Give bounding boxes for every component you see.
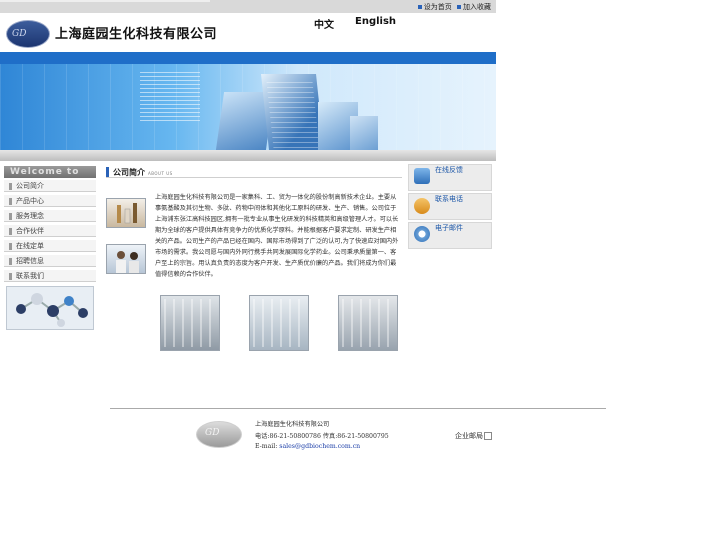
lab-photo-detail [164,299,216,347]
top-bar-highlight [0,0,210,2]
logo-text: GD [12,29,27,39]
footer-email-row: E-mail: sales@gdbiochem.com.cn [255,443,360,450]
section-subtitle: ABOUT US [148,171,173,176]
sidebar-item-service[interactable]: 服务理念 [4,210,96,222]
feedback-link[interactable]: 在线反馈 [435,165,463,175]
sidebar-item-jobs[interactable]: 招聘信息 [4,255,96,267]
flask-icon [117,203,137,224]
sidebar-item-label: 服务理念 [16,212,44,220]
bullet-icon [9,197,12,205]
lang-chinese-link[interactable]: 中文 [314,16,334,31]
banner-bottom-bar [0,150,496,161]
hero-banner [0,52,496,150]
bullet-icon [9,227,12,235]
sidebar-item-order[interactable]: 在线定单 [4,240,96,252]
banner-band [0,52,496,64]
banner-decor-text [140,72,200,122]
sidebar-item-products[interactable]: 产品中心 [4,195,96,207]
scientists-photo [106,244,146,274]
sidebar-welcome: Welcome to [4,166,96,178]
people-icon [116,251,139,273]
footer-email-label: E-mail: [255,443,278,450]
sidebar-item-partners[interactable]: 合作伙伴 [4,225,96,237]
company-name: 上海庭园生化科技有限公司 [55,27,218,42]
sidebar-item-label: 联系我们 [16,272,44,280]
molecule-image [6,286,94,330]
bullet-icon [9,242,12,250]
lab-photo [249,295,309,351]
building-image [350,116,378,150]
set-homepage-link[interactable]: 设为首页 [424,3,452,11]
sidebar-item-label: 在线定单 [16,242,44,250]
phone-link[interactable]: 联系电话 [435,194,463,204]
broken-image-icon [484,432,492,440]
bullet-icon [9,257,12,265]
email-link[interactable]: 电子邮件 [435,223,463,233]
sidebar-item-label: 合作伙伴 [16,227,44,235]
computer-icon [414,168,430,184]
sidebar-item-label: 公司简介 [16,182,44,190]
footer-email-link[interactable]: sales@gdbiochem.com.cn [279,443,360,450]
molecule-icon [16,293,88,327]
footer-divider [110,408,606,409]
lab-flask-photo [106,198,146,228]
company-intro: 上海庭园生化科技有限公司是一家集科、工、贸为一体化的股份制高新技术企业。主要从事… [155,194,399,278]
mailbox-label: 企业邮局 [455,432,483,440]
mailbox-link[interactable]: 企业邮局 [455,431,492,441]
sidebar-item-about[interactable]: 公司简介 [4,180,96,192]
add-favorite-link[interactable]: 加入收藏 [463,3,491,11]
bullet-icon [9,182,12,190]
lab-photo [338,295,398,351]
lang-english-link[interactable]: English [355,16,396,27]
email-icon [414,226,430,242]
lab-photo-detail [342,299,394,347]
sidebar-item-label: 招聘信息 [16,257,44,265]
section-title: 公司简介 [113,168,145,177]
bullet-icon [457,5,461,9]
footer-logo-text: GD [205,428,220,438]
section-marker [106,167,109,177]
sidebar-item-label: 产品中心 [16,197,44,205]
phone-icon [414,198,430,214]
lab-photo [160,295,220,351]
footer-company: 上海庭园生化科技有限公司 [255,421,330,428]
bullet-icon [417,5,422,9]
footer-contact: 电话:86-21-50800786 传真:86-21-50800795 [255,433,389,440]
sidebar-item-contact[interactable]: 联系我们 [4,270,96,282]
lab-photo-detail [253,299,305,347]
top-links: 设为首页 加入收藏 [417,2,494,12]
bullet-icon [9,272,12,280]
bullet-icon [9,212,12,220]
building-glass [266,82,320,148]
